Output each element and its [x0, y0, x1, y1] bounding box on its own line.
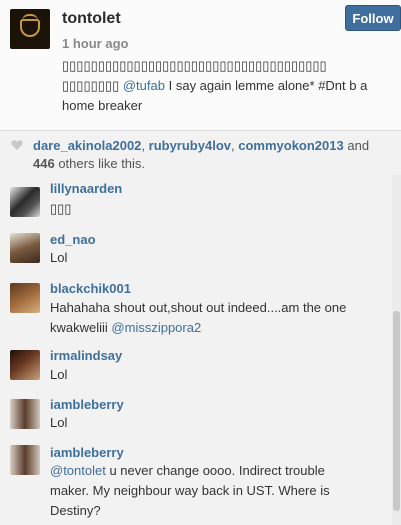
comment-mention[interactable]: @misszippora2: [111, 320, 201, 335]
commenter-username[interactable]: iambleberry: [50, 397, 124, 412]
like-user-1[interactable]: dare_akinola2002: [33, 138, 141, 153]
comment-line: maker. My neighbour way back in UST. Whe…: [50, 483, 330, 498]
likes-text: dare_akinola2002, rubyruby4lov, commyoko…: [33, 138, 370, 171]
commenter-username[interactable]: ed_nao: [50, 232, 96, 247]
comment-line-text: kwakweliii: [50, 320, 108, 335]
like-user-2[interactable]: rubyruby4lov: [149, 138, 231, 153]
caption-prefix: ▯▯▯▯▯▯▯▯: [62, 78, 120, 93]
commenter-avatar[interactable]: [10, 445, 40, 475]
comment-item: irmalindsay Lol: [0, 347, 392, 397]
comment-text: Lol: [50, 367, 68, 382]
caption-mention[interactable]: @tufab: [123, 78, 165, 93]
commenter-username[interactable]: irmalindsay: [50, 348, 122, 363]
comment-line: Destiny?: [50, 503, 101, 518]
comment-text: @tontolet u never change oooo. Indirect …: [50, 461, 385, 521]
likes-count[interactable]: 446: [33, 156, 55, 171]
comment-mention[interactable]: @tontolet: [50, 463, 106, 478]
commenter-avatar[interactable]: [10, 283, 40, 313]
comment-text: ▯▯▯: [50, 201, 72, 216]
caption-line-2: ▯▯▯▯▯▯▯▯ @tufab I say again lemme alone*…: [62, 76, 392, 96]
likes-section: dare_akinola2002, rubyruby4lov, commyoko…: [0, 131, 401, 174]
commenter-avatar[interactable]: [10, 233, 40, 263]
comment-text: Lol: [50, 415, 68, 430]
comments-scrollbar[interactable]: [392, 175, 401, 525]
comment-line-text: u never change oooo. Indirect trouble: [109, 463, 325, 478]
heart-icon[interactable]: [11, 139, 23, 151]
likes-suffix: others like this.: [58, 156, 146, 171]
comment-line: kwakweliii @misszippora2: [50, 318, 385, 338]
commenter-avatar[interactable]: [10, 187, 40, 217]
commenter-username[interactable]: blackchik001: [50, 281, 131, 296]
comment-text: Hahahaha shout out,shout out indeed....a…: [50, 298, 385, 338]
comment-line: Hahahaha shout out,shout out indeed....a…: [50, 300, 347, 315]
poster-avatar[interactable]: [10, 9, 50, 49]
comment-item: blackchik001 Hahahaha shout out,shout ou…: [0, 278, 392, 346]
comment-item: lillynaarden ▯▯▯: [0, 175, 392, 223]
post-time: 1 hour ago: [62, 36, 129, 51]
caption-line-1: ▯▯▯▯▯▯▯▯▯▯▯▯▯▯▯▯▯▯▯▯▯▯▯▯▯▯▯▯▯▯▯▯▯▯▯▯▯: [62, 58, 327, 73]
caption-line-3: home breaker: [62, 98, 143, 113]
comment-item: iambleberry @tontolet u never change ooo…: [0, 443, 392, 525]
comment-line: @tontolet u never change oooo. Indirect …: [50, 461, 385, 481]
commenter-username[interactable]: lillynaarden: [50, 181, 122, 196]
commenter-avatar[interactable]: [10, 350, 40, 380]
scrollbar-thumb[interactable]: [393, 311, 400, 511]
crest-icon: [20, 19, 40, 37]
commenter-username[interactable]: iambleberry: [50, 445, 124, 460]
comment-item: ed_nao Lol: [0, 230, 392, 278]
comment-text: Lol: [50, 250, 68, 265]
likes-and: and: [347, 138, 370, 153]
comment-item: iambleberry Lol: [0, 395, 392, 443]
like-user-3[interactable]: commyokon2013: [238, 138, 344, 153]
poster-username[interactable]: tontolet: [62, 10, 121, 28]
comments-list: lillynaarden ▯▯▯ ed_nao Lol blackchik001…: [0, 175, 392, 525]
commenter-avatar[interactable]: [10, 399, 40, 429]
follow-button[interactable]: Follow: [345, 5, 401, 31]
post-caption: ▯▯▯▯▯▯▯▯▯▯▯▯▯▯▯▯▯▯▯▯▯▯▯▯▯▯▯▯▯▯▯▯▯▯▯▯▯ ▯▯…: [62, 56, 392, 116]
caption-rest: I say again lemme alone* #Dnt b a: [168, 78, 368, 93]
post-header: tontolet 1 hour ago Follow ▯▯▯▯▯▯▯▯▯▯▯▯▯…: [0, 0, 401, 130]
